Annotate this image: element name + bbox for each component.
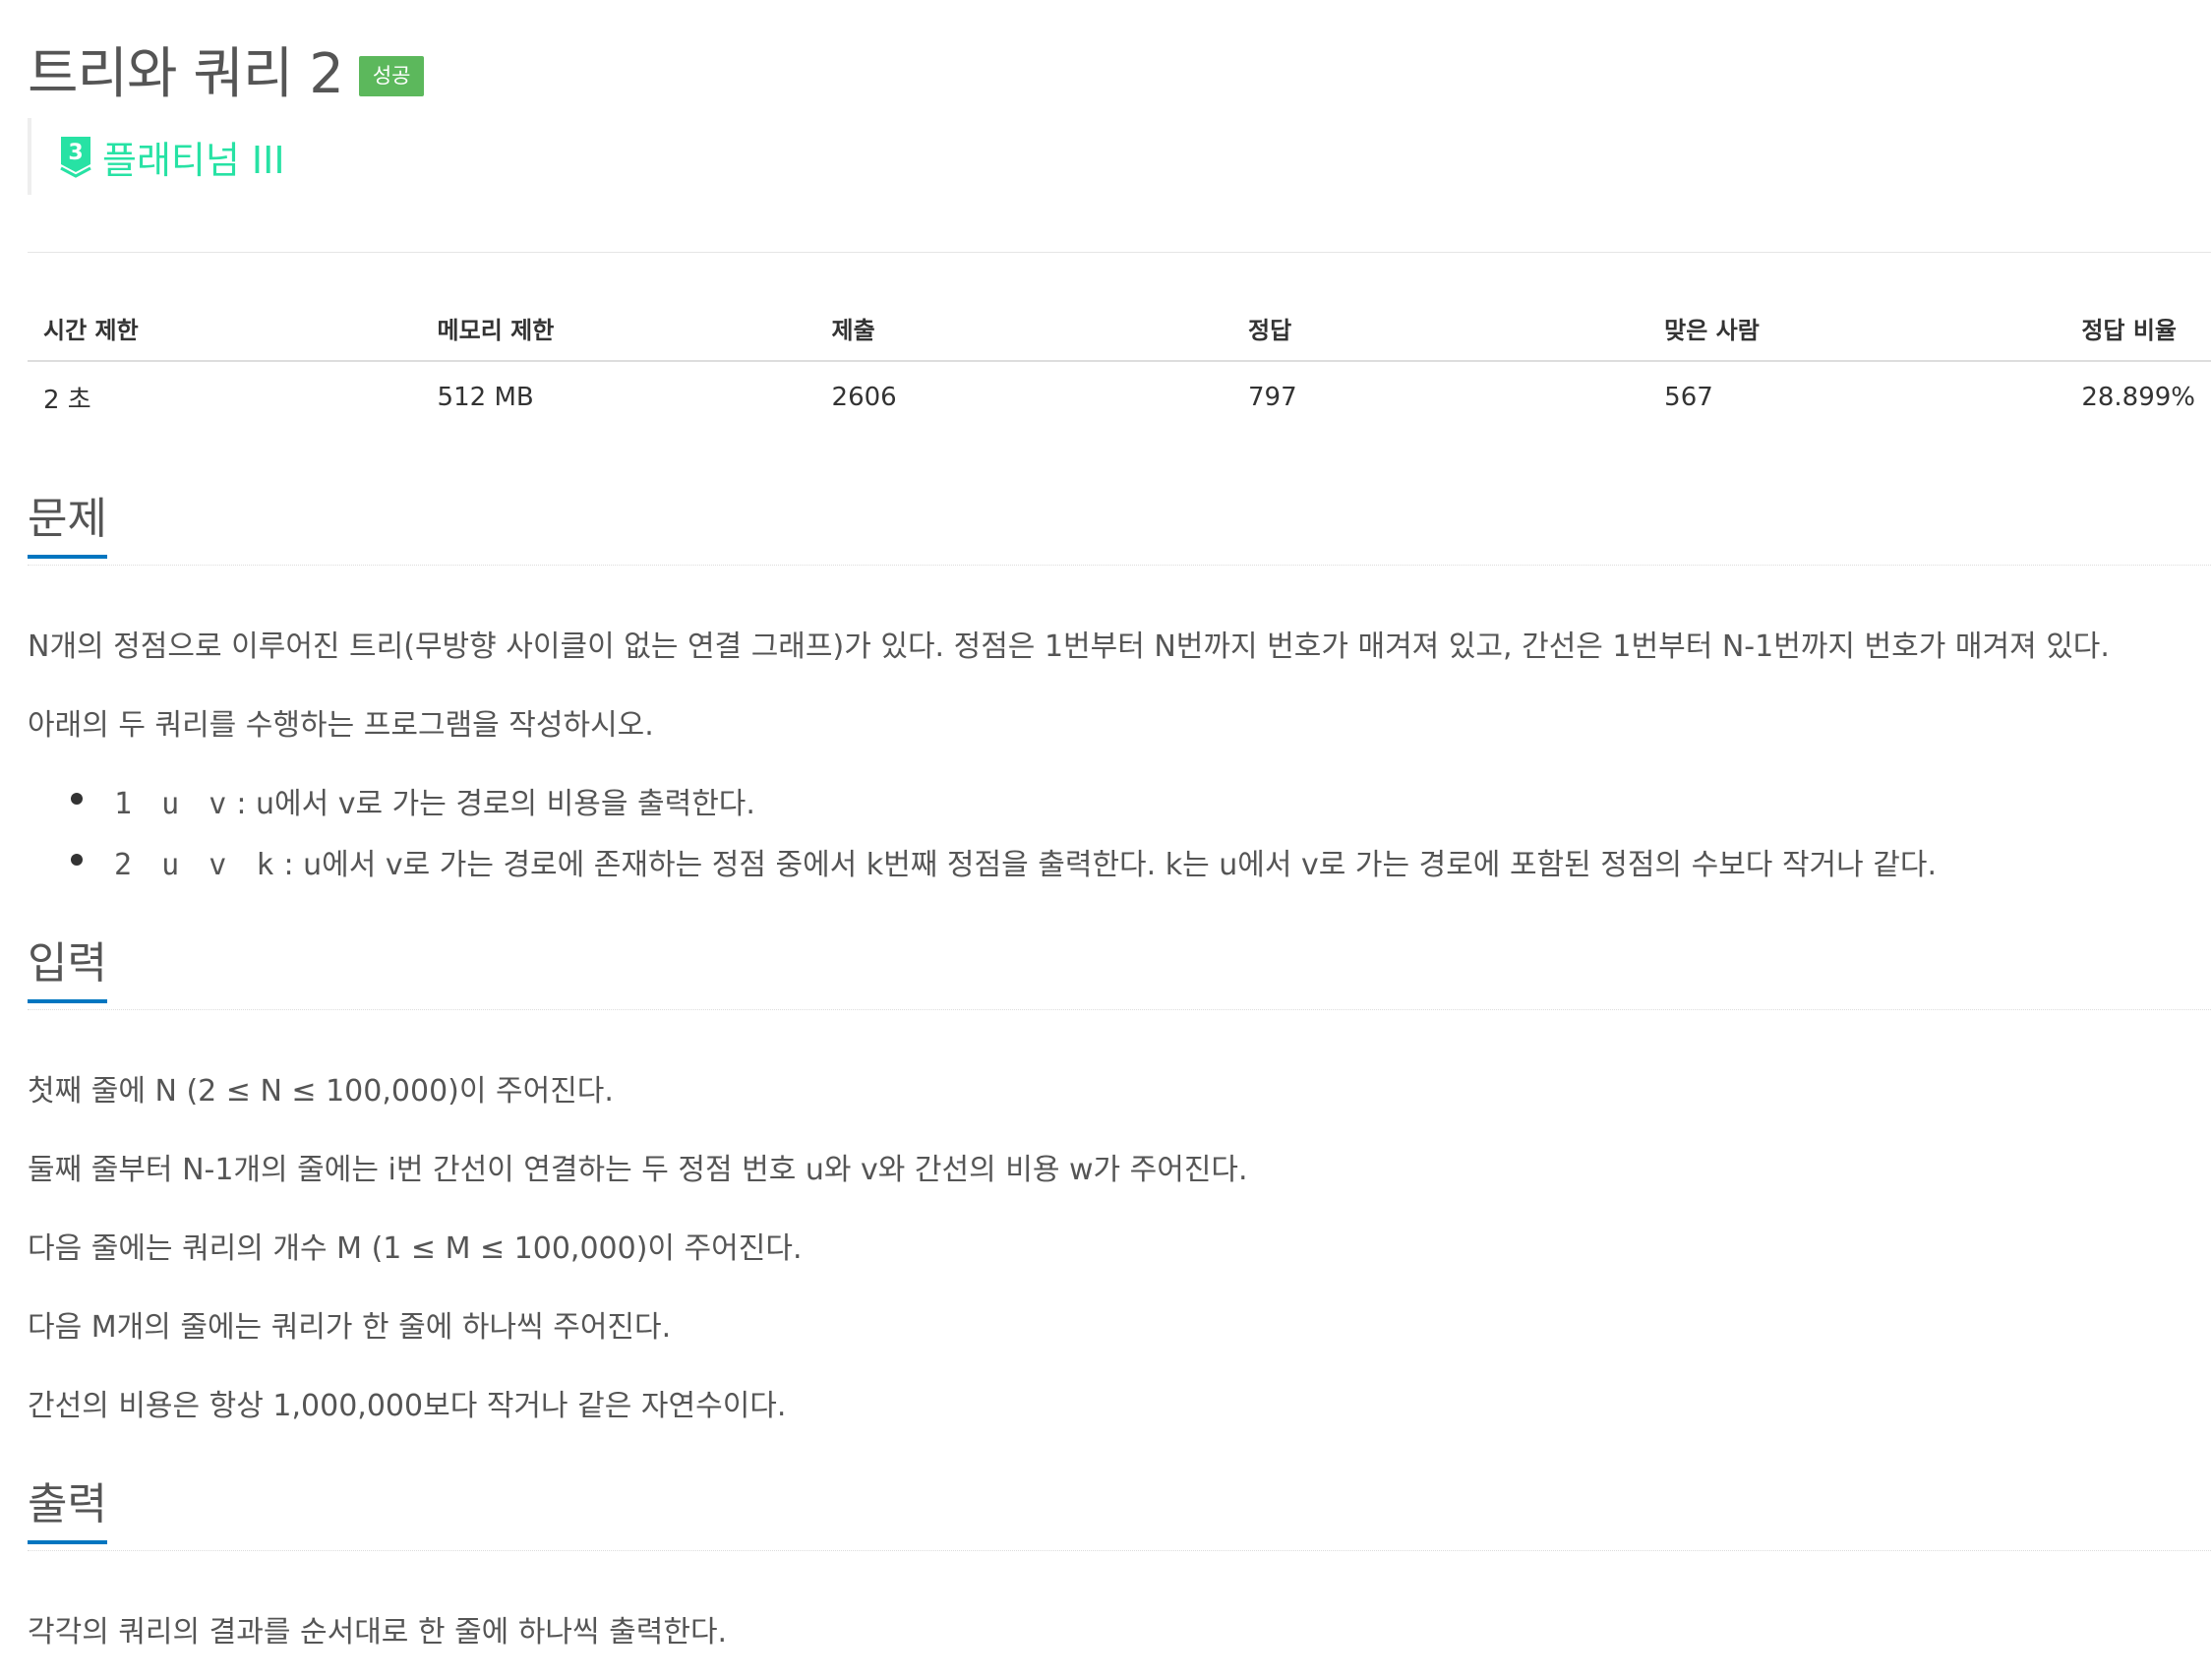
value-accept-ratio: 28.899%: [2081, 383, 2195, 412]
query-text-1: : u에서 v로 가는 경로의 비용을 출력한다.: [236, 787, 755, 821]
header-solved-users: 맞은 사람: [1648, 295, 2066, 362]
page-title: 트리와 쿼리 2: [28, 41, 344, 106]
value-memory-limit: 512 MB: [437, 383, 534, 412]
query-code-1: 1 u v: [114, 787, 233, 821]
section-output: 출력 각각의 쿼리의 결과를 순서대로 한 줄에 하나씩 출력한다.: [28, 1475, 2211, 1650]
section-input: 입력 첫째 줄에 N (2 ≤ N ≤ 100,000)이 주어진다. 둘째 줄…: [28, 934, 2211, 1423]
tier-number: 3: [68, 141, 83, 165]
query-code-2: 2 u v k: [114, 848, 280, 882]
tier-block: 3 플래티넘 III: [28, 118, 285, 195]
input-paragraph-2: 둘째 줄부터 N-1개의 줄에는 i번 간선이 연결하는 두 정점 번호 u와 …: [28, 1153, 1248, 1187]
section-head-output: 출력: [28, 1475, 2211, 1551]
tier-badge-icon: 3: [60, 137, 91, 178]
problem-paragraph-2: 아래의 두 쿼리를 수행하는 프로그램을 작성하시오.: [28, 708, 654, 743]
info-value-row: 2 초 512 MB 2606 797 567 28.899%: [28, 361, 2211, 433]
title-row: 트리와 쿼리 2 성공: [28, 30, 425, 108]
section-title-input: 입력: [28, 939, 107, 1004]
problem-paragraph-1: N개의 정점으로 이루어진 트리(무방향 사이클이 없는 연결 그래프)가 있다…: [28, 630, 2110, 664]
header-time-limit: 시간 제한: [28, 295, 422, 362]
query-item-2: 2 u v k: u에서 v로 가는 경로에 존재하는 정점 중에서 k번째 정…: [71, 840, 1937, 901]
output-paragraph-1: 각각의 쿼리의 결과를 순서대로 한 줄에 하나씩 출력한다.: [28, 1615, 728, 1650]
header-memory-limit: 메모리 제한: [421, 295, 816, 362]
query-text-2: : u에서 v로 가는 경로에 존재하는 정점 중에서 k번째 정점을 출력한다…: [283, 848, 1938, 882]
value-time-limit: 2 초: [43, 385, 91, 415]
tier-label[interactable]: 플래티넘 III: [102, 130, 285, 184]
bullet-icon: [71, 854, 83, 866]
divider: [28, 252, 2211, 253]
section-problem: 문제 N개의 정점으로 이루어진 트리(무방향 사이클이 없는 연결 그래프)가…: [28, 490, 2211, 882]
section-head-input: 입력: [28, 934, 2211, 1010]
header-submissions: 제출: [815, 295, 1233, 362]
input-paragraph-1: 첫째 줄에 N (2 ≤ N ≤ 100,000)이 주어진다.: [28, 1074, 614, 1109]
query-list: 1 u v: u에서 v로 가는 경로의 비용을 출력한다. 2 u v k: …: [71, 779, 1937, 901]
problem-info-table: 시간 제한 메모리 제한 제출 정답 맞은 사람 정답 비율 2 초 512 M…: [28, 295, 2211, 433]
value-submissions[interactable]: 2606: [816, 361, 1232, 433]
input-paragraph-5: 간선의 비용은 항상 1,000,000보다 작거나 같은 자연수이다.: [28, 1389, 787, 1423]
header-accepted: 정답: [1232, 295, 1649, 362]
input-paragraph-3: 다음 줄에는 쿼리의 개수 M (1 ≤ M ≤ 100,000)이 주어진다.: [28, 1231, 803, 1266]
bullet-icon: [71, 793, 83, 805]
section-head-problem: 문제: [28, 490, 2211, 566]
section-title-output: 출력: [28, 1480, 107, 1545]
status-badge[interactable]: 성공: [358, 55, 425, 96]
header-accept-ratio: 정답 비율: [2065, 295, 2211, 362]
query-item-1: 1 u v: u에서 v로 가는 경로의 비용을 출력한다.: [71, 779, 1937, 840]
input-paragraph-4: 다음 M개의 줄에는 쿼리가 한 줄에 하나씩 주어진다.: [28, 1310, 672, 1345]
section-title-problem: 문제: [28, 495, 107, 560]
value-solved-users[interactable]: 567: [1648, 361, 2065, 433]
value-accepted[interactable]: 797: [1232, 361, 1648, 433]
info-header-row: 시간 제한 메모리 제한 제출 정답 맞은 사람 정답 비율: [28, 295, 2211, 362]
